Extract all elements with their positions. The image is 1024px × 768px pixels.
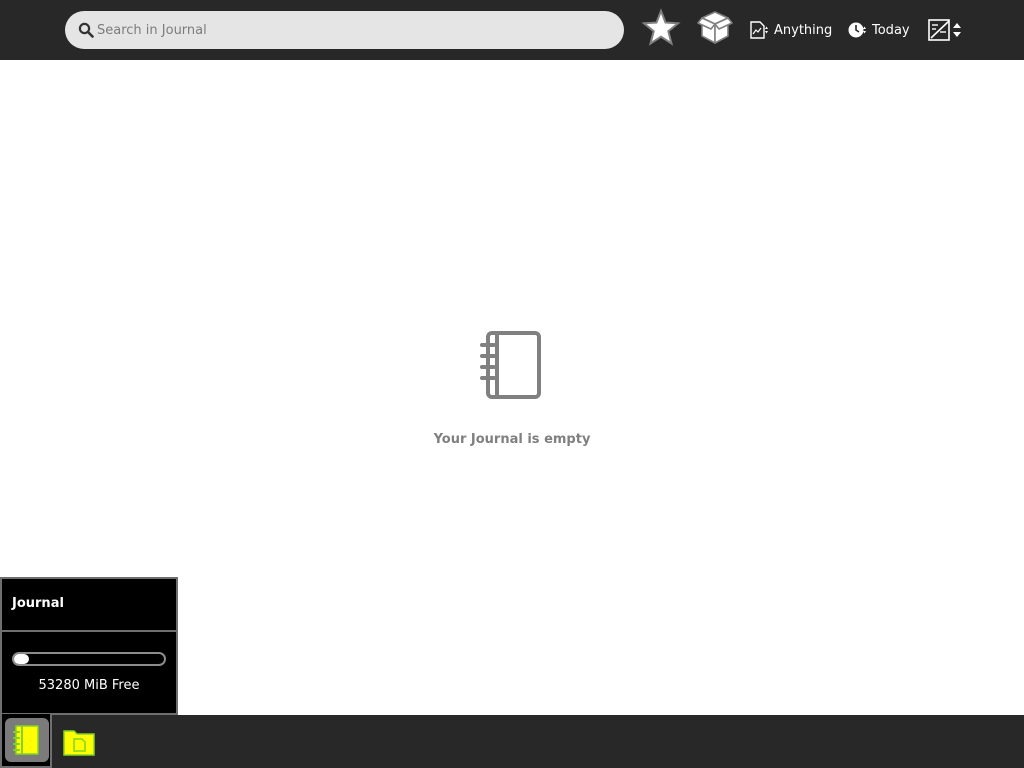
top-toolbar: Anything Today — [0, 0, 1024, 60]
filter-date-button[interactable]: Today — [847, 10, 910, 50]
journal-activity-button[interactable] — [5, 718, 49, 762]
view-button[interactable] — [695, 10, 735, 50]
sort-icon — [926, 16, 964, 44]
storage-progress-fill — [14, 654, 29, 664]
search-icon — [78, 22, 94, 38]
folder-document-icon — [62, 727, 96, 757]
sort-button[interactable] — [926, 10, 964, 50]
search-input[interactable] — [97, 22, 597, 38]
filter-type-button[interactable]: Anything — [749, 10, 832, 50]
documents-button[interactable] — [58, 721, 100, 763]
filter-date-label: Today — [872, 22, 910, 38]
frame-palette: Journal 53280 MiB Free — [0, 577, 178, 715]
document-filter-icon — [749, 21, 771, 39]
palette-divider — [2, 630, 176, 632]
storage-free-label: 53280 MiB Free — [38, 678, 140, 693]
favorites-button[interactable] — [641, 8, 681, 52]
empty-journal-message: Your Journal is empty — [433, 432, 591, 447]
journal-notebook-icon — [13, 724, 41, 756]
clock-icon — [847, 21, 869, 39]
star-icon — [641, 8, 681, 52]
bottom-frame-bar — [0, 714, 1024, 768]
storage-progress-bar — [12, 652, 166, 666]
search-box[interactable] — [65, 11, 624, 49]
active-item-frame — [0, 714, 52, 768]
palette-title: Journal — [12, 596, 64, 611]
box-icon — [695, 8, 735, 52]
journal-notebook-icon — [478, 330, 544, 402]
filter-type-label: Anything — [774, 22, 833, 38]
